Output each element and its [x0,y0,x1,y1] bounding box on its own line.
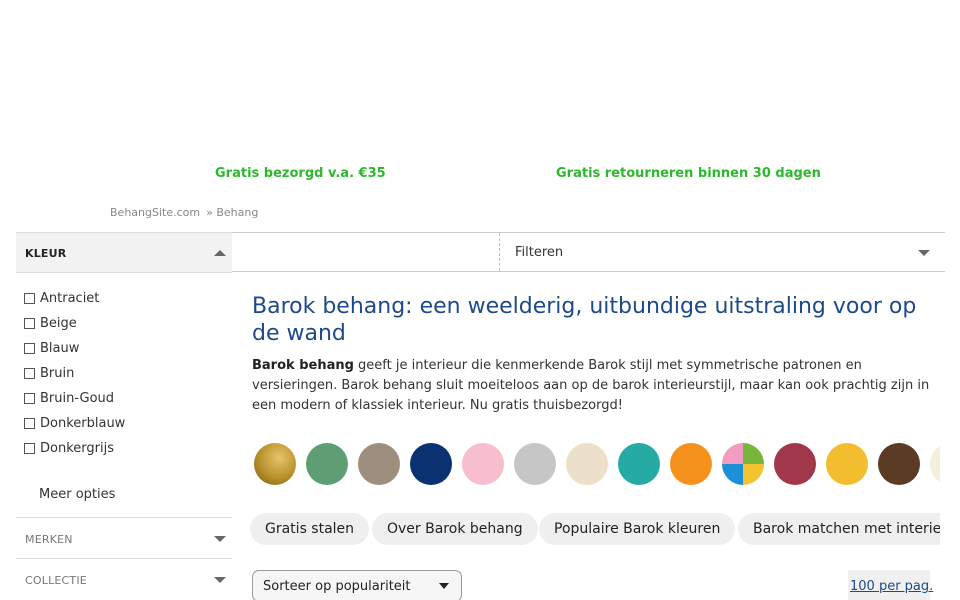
chip-about-barok[interactable]: Over Barok behang [372,513,538,545]
chip-popular-colors[interactable]: Populaire Barok kleuren [539,513,736,545]
color-option[interactable]: Donkerblauw [16,411,232,436]
expand-down-icon[interactable] [214,577,226,583]
usp-free-delivery: Gratis bezorgd v.a. €35 [215,166,386,181]
color-option-label: Donkergrijs [40,441,114,456]
color-filter-label: KLEUR [25,247,67,260]
color-option-label: Bruin [40,366,75,381]
brands-filter-label: MERKEN [25,533,73,546]
color-swatch[interactable] [878,443,920,485]
collection-filter-label: COLLECTIE [25,574,87,587]
color-option[interactable]: Bruin-Goud [16,386,232,411]
checkbox-icon[interactable] [24,393,35,404]
checkbox-icon[interactable] [24,343,35,354]
category-intro: Barok behang: een weelderig, uitbundige … [252,293,942,416]
color-swatch[interactable] [826,443,868,485]
usp-free-returns: Gratis retourneren binnen 30 dagen [556,166,821,181]
brands-filter-header[interactable]: MERKEN [16,517,232,558]
color-swatch[interactable] [722,443,764,485]
color-swatch[interactable] [306,443,348,485]
filter-bar: Filteren [232,232,945,272]
color-option[interactable]: Antraciet [16,286,232,311]
color-swatch[interactable] [514,443,556,485]
checkbox-icon[interactable] [24,443,35,454]
sort-selected-value: Sorteer op populariteit [263,578,411,594]
collapse-up-icon[interactable] [214,250,226,256]
topic-chip-row: Gratis stalen Over Barok behang Populair… [250,513,940,545]
color-swatch[interactable] [254,443,296,485]
intro-text: Barok behang geeft je interieur die kenm… [252,356,942,416]
checkbox-icon[interactable] [24,368,35,379]
color-option[interactable]: Donkergrijs [16,436,232,461]
color-option[interactable]: Blauw [16,336,232,361]
color-option-label: Blauw [40,341,80,356]
color-filter-header[interactable]: KLEUR [16,232,232,273]
color-option[interactable]: Beige [16,311,232,336]
page-title: Barok behang: een weelderig, uitbundige … [252,294,917,346]
color-swatch[interactable] [930,443,940,485]
collection-filter-header[interactable]: COLLECTIE [16,558,232,599]
color-swatch[interactable] [670,443,712,485]
checkbox-icon[interactable] [24,318,35,329]
color-swatch[interactable] [774,443,816,485]
checkbox-icon[interactable] [24,293,35,304]
filter-toggle-label[interactable]: Filteren [515,245,563,260]
color-swatch[interactable] [410,443,452,485]
breadcrumb-current[interactable]: » Behang [206,206,258,219]
sort-select[interactable]: Sorteer op populariteit [252,570,462,600]
color-option-label: Bruin-Goud [40,391,115,406]
color-swatch-row [254,443,940,485]
more-options-link[interactable]: Meer opties [16,487,232,507]
filter-sidebar: KLEUR Antraciet Beige Blauw Bruin Bruin-… [16,232,232,599]
usp-bar: Gratis bezorgd v.a. €35 Gratis retourner… [0,166,960,184]
color-option[interactable]: Bruin [16,361,232,386]
color-option-label: Antraciet [40,291,100,306]
breadcrumb-home-link[interactable]: BehangSite.com [110,206,200,219]
color-swatch[interactable] [462,443,504,485]
color-swatch[interactable] [618,443,660,485]
breadcrumb: BehangSite.com » Behang [110,206,258,219]
intro-bold: Barok behang [252,358,354,373]
per-page-link[interactable]: 100 per pag. [848,570,933,600]
color-options-list: Antraciet Beige Blauw Bruin Bruin-Goud D… [16,273,232,461]
chip-match-interior[interactable]: Barok matchen met interieur [738,513,940,545]
color-option-label: Beige [40,316,77,331]
checkbox-icon[interactable] [24,418,35,429]
expand-down-icon[interactable] [214,536,226,542]
color-swatch[interactable] [358,443,400,485]
color-swatch[interactable] [566,443,608,485]
chevron-down-icon [439,583,449,589]
intro-body: geeft je interieur die kenmerkende Barok… [252,358,930,413]
color-option-label: Donkerblauw [40,416,126,431]
filter-toggle-chevron-icon[interactable] [918,250,930,256]
chip-free-samples[interactable]: Gratis stalen [250,513,370,545]
filter-bar-divider [499,233,500,271]
